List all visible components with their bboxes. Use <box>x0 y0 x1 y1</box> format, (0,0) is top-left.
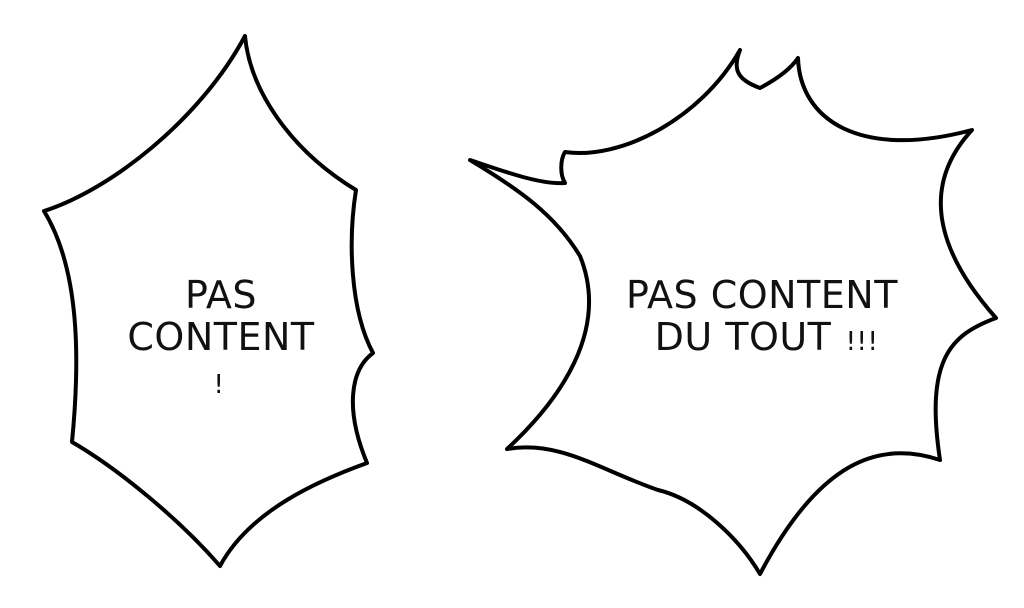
right-bubble-exclaim: !!! <box>846 327 879 357</box>
left-bubble-line1: PAS <box>185 273 257 317</box>
right-speech-bubble: PAS CONTENT DU TOUT !!! <box>468 48 998 576</box>
left-bubble-line3: ! <box>214 370 225 400</box>
left-bubble-line2: CONTENT <box>127 315 315 359</box>
right-bubble-line2: DU TOUT <box>655 315 832 359</box>
comic-speech-bubbles: PAS CONTENT ! PAS CONTENT DU TOUT !!! <box>42 34 998 576</box>
left-speech-bubble: PAS CONTENT ! <box>42 34 375 568</box>
right-bubble-line1: PAS CONTENT <box>626 273 898 317</box>
